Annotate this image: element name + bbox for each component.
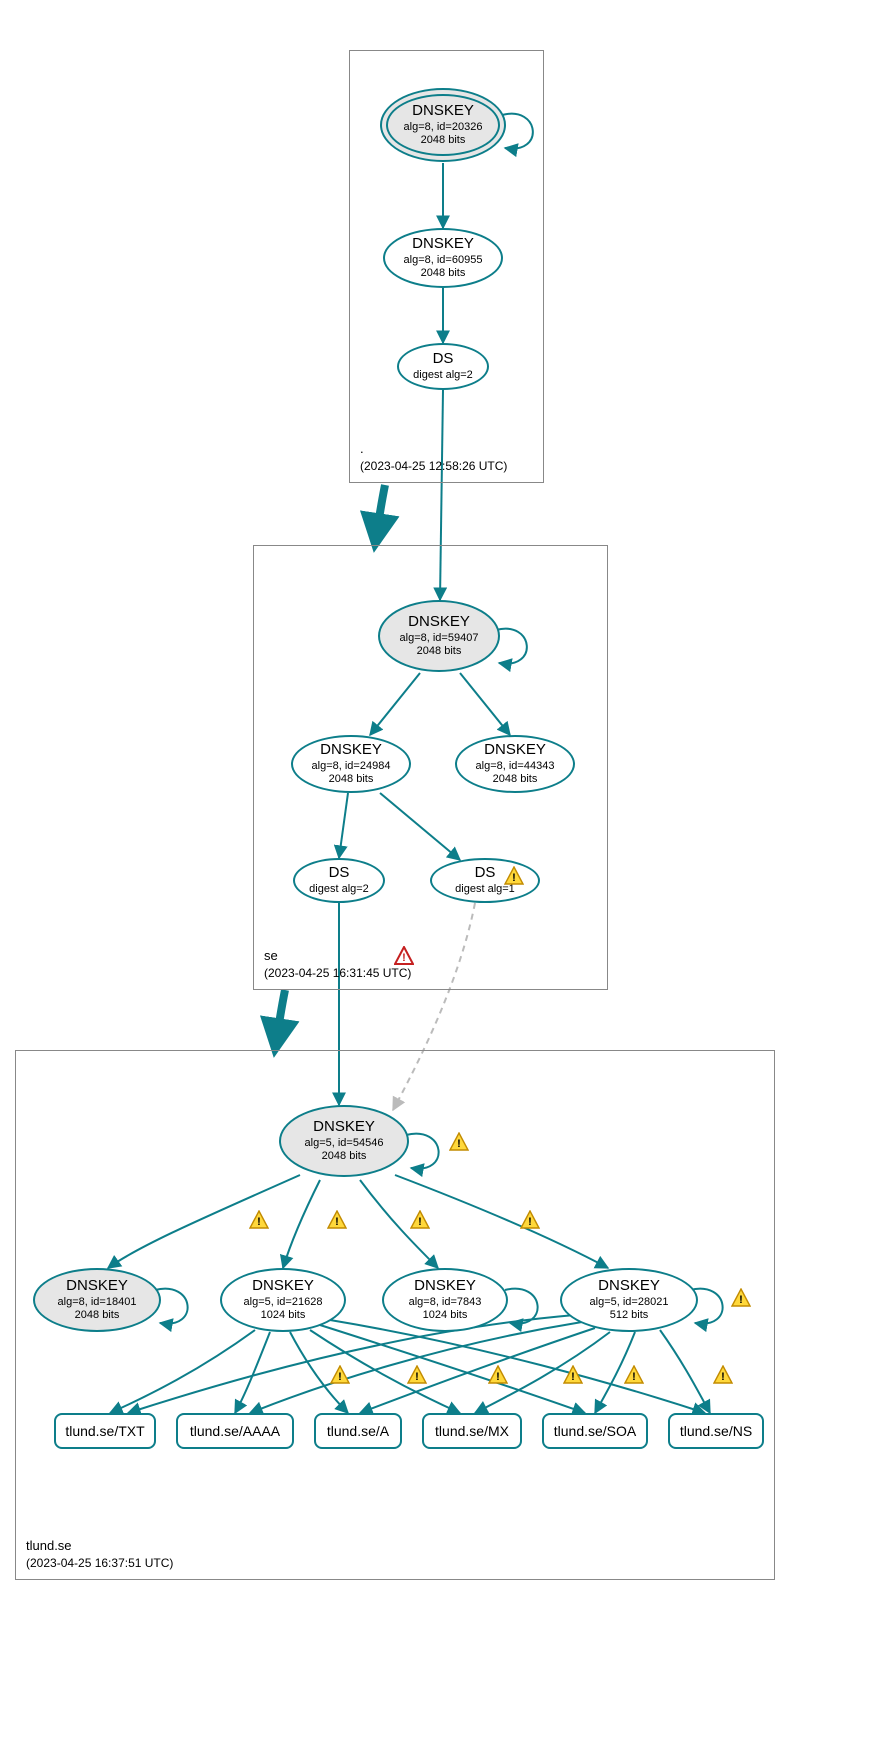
- node-detail: alg=8, id=44343: [476, 760, 555, 774]
- record-label: tlund.se/AAAA: [190, 1423, 280, 1439]
- warning-icon: !: [327, 1210, 347, 1230]
- node-detail: digest alg=2: [309, 883, 369, 897]
- zone-root-title: .: [360, 440, 507, 458]
- zone-tlund-label: tlund.se (2023-04-25 16:37:51 UTC): [26, 1537, 173, 1571]
- dnskey-se-zsk[interactable]: DNSKEY alg=8, id=24984 2048 bits: [291, 735, 411, 793]
- record-label: tlund.se/A: [327, 1423, 389, 1439]
- rrset-soa[interactable]: tlund.se/SOA: [542, 1413, 648, 1449]
- svg-text:!: !: [512, 872, 516, 884]
- zone-se-timestamp: (2023-04-25 16:31:45 UTC): [264, 965, 411, 981]
- node-bits: 1024 bits: [423, 1309, 468, 1323]
- node-title: DS: [433, 350, 454, 369]
- zone-tlund-title: tlund.se: [26, 1537, 173, 1555]
- node-detail: alg=8, id=20326: [404, 121, 483, 135]
- node-title: DNSKEY: [66, 1277, 128, 1296]
- zone-root-timestamp: (2023-04-25 12:58:26 UTC): [360, 458, 507, 474]
- node-detail: alg=8, id=7843: [409, 1296, 482, 1310]
- zone-se-label: se (2023-04-25 16:31:45 UTC): [264, 947, 411, 981]
- node-title: DNSKEY: [252, 1277, 314, 1296]
- dnskey-tlund-21628[interactable]: DNSKEY alg=5, id=21628 1024 bits: [220, 1268, 346, 1332]
- warning-icon: !: [249, 1210, 269, 1230]
- svg-text:!: !: [418, 1216, 422, 1228]
- dnsviz-graph: . (2023-04-25 12:58:26 UTC) se (2023-04-…: [0, 0, 869, 1746]
- svg-text:!: !: [739, 1294, 743, 1306]
- warning-icon: !: [731, 1288, 751, 1308]
- node-detail: alg=8, id=18401: [58, 1296, 137, 1310]
- dnskey-tlund-7843[interactable]: DNSKEY alg=8, id=7843 1024 bits: [382, 1268, 508, 1332]
- dnskey-root-zsk[interactable]: DNSKEY alg=8, id=60955 2048 bits: [383, 228, 503, 288]
- node-title: DNSKEY: [408, 613, 470, 632]
- rrset-aaaa[interactable]: tlund.se/AAAA: [176, 1413, 294, 1449]
- rrset-ns[interactable]: tlund.se/NS: [668, 1413, 764, 1449]
- warning-icon: !: [520, 1210, 540, 1230]
- node-detail: digest alg=2: [413, 369, 473, 383]
- node-bits: 1024 bits: [261, 1309, 306, 1323]
- dnskey-se-ksk[interactable]: DNSKEY alg=8, id=59407 2048 bits: [378, 600, 500, 672]
- rrset-a[interactable]: tlund.se/A: [314, 1413, 402, 1449]
- node-bits: 512 bits: [610, 1309, 649, 1323]
- warning-icon: !: [504, 866, 524, 886]
- node-bits: 2048 bits: [322, 1150, 367, 1164]
- rrset-txt[interactable]: tlund.se/TXT: [54, 1413, 156, 1449]
- svg-text:!: !: [571, 1371, 575, 1383]
- node-detail: alg=5, id=28021: [590, 1296, 669, 1310]
- svg-text:!: !: [721, 1371, 725, 1383]
- svg-text:!: !: [257, 1216, 261, 1228]
- warning-icon: !: [410, 1210, 430, 1230]
- node-detail: alg=8, id=60955: [404, 254, 483, 268]
- node-detail: alg=8, id=24984: [312, 760, 391, 774]
- rrset-mx[interactable]: tlund.se/MX: [422, 1413, 522, 1449]
- dnskey-tlund-ksk[interactable]: DNSKEY alg=5, id=54546 2048 bits: [279, 1105, 409, 1177]
- svg-text:!: !: [632, 1371, 636, 1383]
- warning-icon: !: [407, 1365, 427, 1385]
- node-bits: 2048 bits: [493, 773, 538, 787]
- dnskey-root-ksk[interactable]: DNSKEY alg=8, id=20326 2048 bits: [380, 88, 506, 162]
- warning-icon: !: [449, 1132, 469, 1152]
- node-title: DS: [329, 864, 350, 883]
- warning-icon: !: [488, 1365, 508, 1385]
- node-detail: alg=5, id=21628: [244, 1296, 323, 1310]
- node-bits: 2048 bits: [329, 773, 374, 787]
- node-title: DNSKEY: [320, 741, 382, 760]
- node-title: DNSKEY: [414, 1277, 476, 1296]
- ds-root[interactable]: DS digest alg=2: [397, 343, 489, 390]
- svg-text:!: !: [402, 952, 406, 964]
- node-title: DNSKEY: [484, 741, 546, 760]
- dnskey-tlund-28021[interactable]: DNSKEY alg=5, id=28021 512 bits: [560, 1268, 698, 1332]
- zone-se-title: se: [264, 947, 411, 965]
- node-bits: 2048 bits: [421, 267, 466, 281]
- node-bits: 2048 bits: [75, 1309, 120, 1323]
- ds-se-alg2[interactable]: DS digest alg=2: [293, 858, 385, 903]
- warning-icon: !: [624, 1365, 644, 1385]
- node-bits: 2048 bits: [421, 134, 466, 148]
- node-title: DNSKEY: [412, 102, 474, 121]
- node-detail: alg=5, id=54546: [305, 1137, 384, 1151]
- record-label: tlund.se/SOA: [554, 1423, 637, 1439]
- node-title: DNSKEY: [412, 235, 474, 254]
- svg-text:!: !: [457, 1138, 461, 1150]
- node-bits: 2048 bits: [417, 645, 462, 659]
- svg-text:!: !: [335, 1216, 339, 1228]
- record-label: tlund.se/NS: [680, 1423, 752, 1439]
- warning-icon: !: [713, 1365, 733, 1385]
- node-title: DNSKEY: [313, 1118, 375, 1137]
- warning-icon: !: [563, 1365, 583, 1385]
- warning-icon: !: [330, 1365, 350, 1385]
- node-title: DNSKEY: [598, 1277, 660, 1296]
- dnskey-tlund-18401[interactable]: DNSKEY alg=8, id=18401 2048 bits: [33, 1268, 161, 1332]
- node-detail: alg=8, id=59407: [400, 632, 479, 646]
- node-title: DS: [475, 864, 496, 883]
- record-label: tlund.se/MX: [435, 1423, 509, 1439]
- dnskey-se-ext[interactable]: DNSKEY alg=8, id=44343 2048 bits: [455, 735, 575, 793]
- svg-text:!: !: [496, 1371, 500, 1383]
- zone-root-label: . (2023-04-25 12:58:26 UTC): [360, 440, 507, 474]
- record-label: tlund.se/TXT: [65, 1423, 144, 1439]
- zone-tlund-timestamp: (2023-04-25 16:37:51 UTC): [26, 1555, 173, 1571]
- svg-text:!: !: [415, 1371, 419, 1383]
- svg-text:!: !: [528, 1216, 532, 1228]
- svg-text:!: !: [338, 1371, 342, 1383]
- error-icon: !: [394, 946, 414, 966]
